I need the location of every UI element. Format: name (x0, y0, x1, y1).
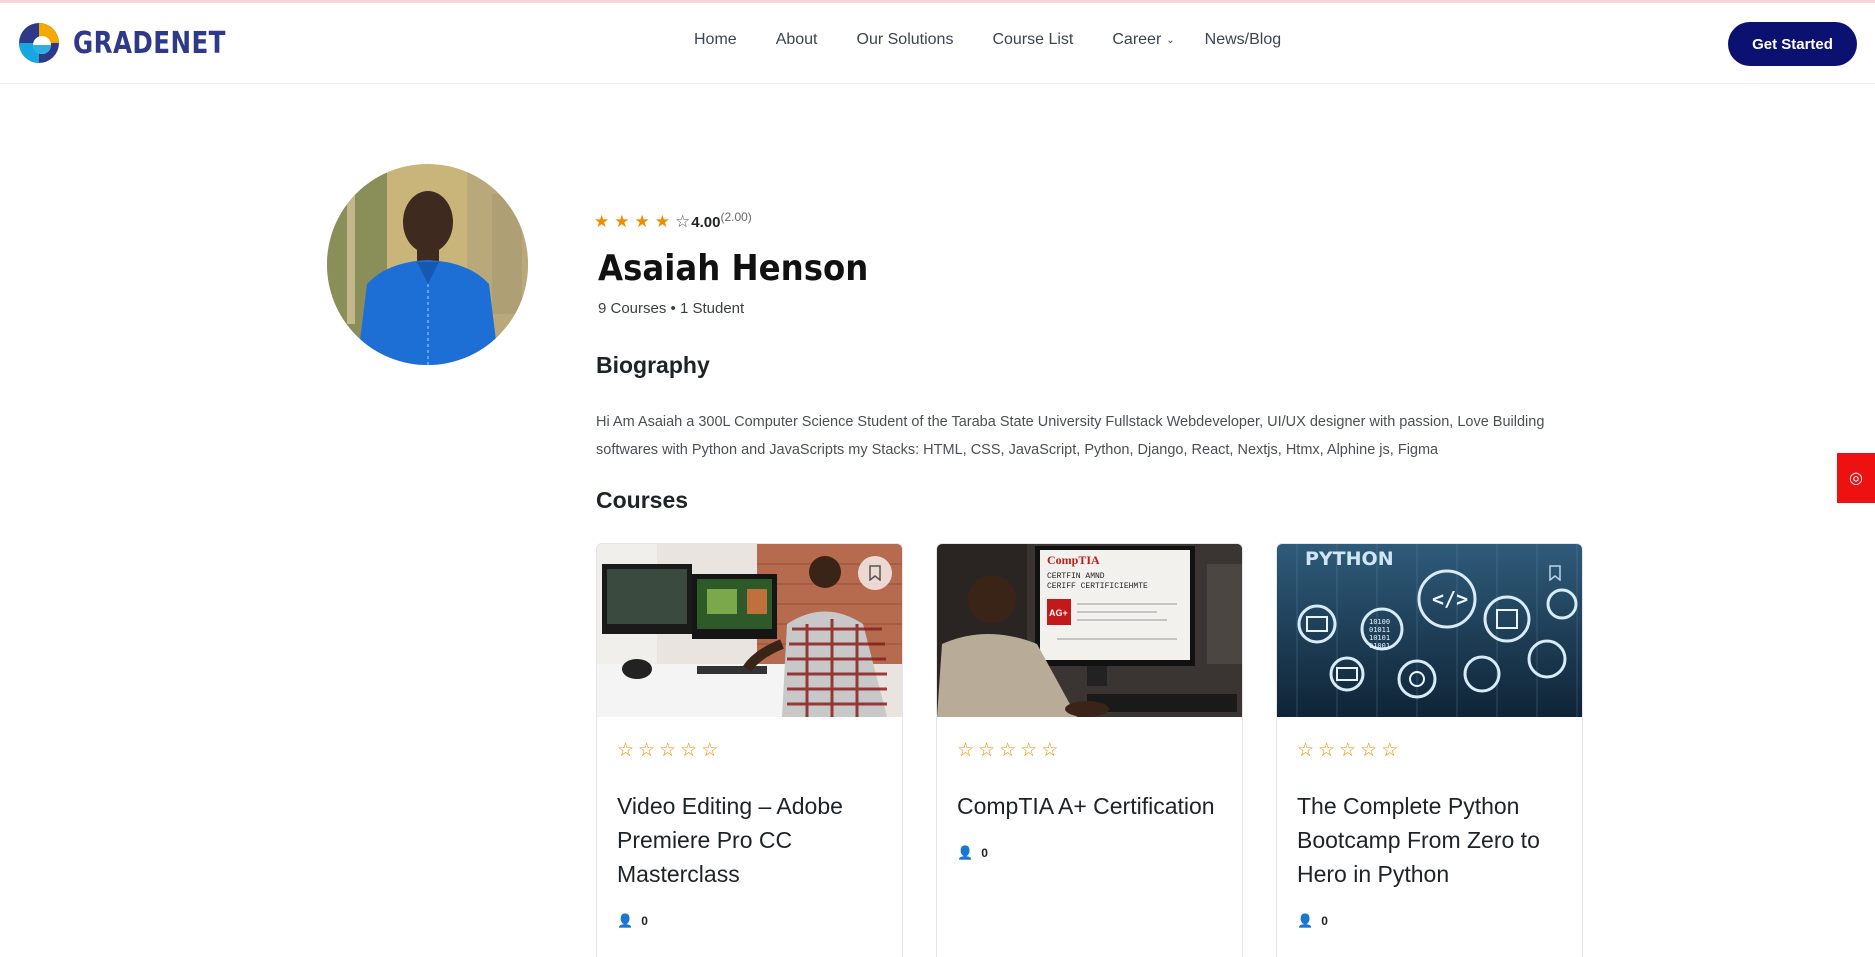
thumb-comptia-line1: CERTFIN AMND (1047, 572, 1105, 581)
course-rating: ☆ ☆ ☆ ☆ ☆ (957, 739, 1058, 762)
course-rating: ☆ ☆ ☆ ☆ ☆ (1297, 739, 1398, 762)
courses-heading: Courses (596, 487, 689, 513)
star-empty-icon: ☆ (999, 740, 1017, 761)
nav-our-solutions[interactable]: Our Solutions (857, 31, 954, 49)
star-empty-icon: ☆ (701, 740, 719, 761)
course-title[interactable]: The Complete Python Bootcamp From Zero t… (1297, 789, 1567, 891)
thumb-python-code: </> (1432, 587, 1468, 611)
thumb-python-bits-3: 01001 (1369, 642, 1390, 650)
instructor-avatar (327, 164, 528, 365)
bookmark-button[interactable] (1538, 556, 1572, 590)
star-empty-icon: ☆ (1041, 740, 1059, 761)
star-filled-icon: ★ (634, 212, 650, 231)
nav-about[interactable]: About (776, 31, 818, 49)
star-empty-icon: ☆ (675, 212, 691, 231)
nav-home[interactable]: Home (694, 31, 737, 49)
enrolled-count: 👤 0 (957, 845, 988, 861)
biography-text: Hi Am Asaiah a 300L Computer Science Stu… (596, 414, 1545, 458)
bookmark-button[interactable] (858, 556, 892, 590)
course-card[interactable]: ☆ ☆ ☆ ☆ ☆ Video Editing – Adobe Premiere… (596, 543, 903, 957)
thumb-python-bits-1: 01011 (1369, 626, 1390, 634)
nav-course-list[interactable]: Course List (992, 31, 1073, 49)
star-empty-icon: ☆ (617, 740, 635, 761)
instructor-rating: ★ ★ ★ ★ ☆ 4.00 (2.00) (594, 210, 752, 232)
course-card[interactable]: PYTHON </> 10100 01011 10101 01001 ☆ ☆ ☆… (1276, 543, 1583, 957)
star-empty-icon: ☆ (1360, 740, 1378, 761)
thumb-comptia-brand: CompTIA (1047, 553, 1100, 567)
course-thumbnail[interactable]: PYTHON </> 10100 01011 10101 01001 (1277, 544, 1582, 717)
thumb-python-bits-0: 10100 (1369, 618, 1390, 626)
instructor-meta: 9 Courses • 1 Student (598, 300, 745, 317)
user-icon: 👤 (1297, 913, 1314, 928)
brand-name: GRADENET (73, 25, 226, 61)
star-empty-icon: ☆ (1318, 740, 1336, 761)
nav-career[interactable]: Career ⌄ (1112, 31, 1174, 49)
course-rating: ☆ ☆ ☆ ☆ ☆ (617, 739, 718, 762)
rating-count: (2.00) (720, 210, 752, 224)
star-empty-icon: ☆ (1020, 740, 1038, 761)
star-empty-icon: ☆ (957, 740, 975, 761)
course-title[interactable]: Video Editing – Adobe Premiere Pro CC Ma… (617, 789, 887, 891)
star-empty-icon: ☆ (659, 740, 677, 761)
course-card[interactable]: CompTIA CERTFIN AMND CERIFF CERTIFICIEHM… (936, 543, 1243, 957)
star-empty-icon: ☆ (680, 740, 698, 761)
course-thumbnail[interactable] (597, 544, 902, 717)
logo-icon (17, 21, 61, 65)
thumb-comptia-line2: CERIFF CERTIFICIEHMTE (1047, 582, 1148, 591)
course-title[interactable]: CompTIA A+ Certification (957, 789, 1227, 823)
nav-career-label: Career (1112, 31, 1162, 48)
thumb-python-bits-2: 10101 (1369, 634, 1390, 642)
star-empty-icon: ☆ (638, 740, 656, 761)
target-icon: ◎ (1849, 470, 1863, 487)
biography-heading: Biography (596, 352, 710, 378)
rating-value: 4.00 (691, 213, 721, 231)
user-icon: 👤 (617, 913, 634, 928)
bookmark-icon (1549, 565, 1561, 581)
get-started-button[interactable]: Get Started (1728, 22, 1857, 66)
enrolled-value: 0 (641, 914, 648, 928)
course-thumbnail[interactable]: CompTIA CERTFIN AMND CERIFF CERTIFICIEHM… (937, 544, 1242, 717)
chevron-down-icon: ⌄ (1166, 34, 1175, 46)
star-filled-icon: ★ (654, 212, 670, 231)
thumb-python-banner: PYTHON (1305, 548, 1394, 570)
bookmark-icon (869, 565, 881, 581)
star-empty-icon: ☆ (1381, 740, 1399, 761)
instructor-name: Asaiah Henson (598, 248, 869, 289)
star-empty-icon: ☆ (978, 740, 996, 761)
enrolled-count: 👤 0 (1297, 913, 1328, 929)
floating-side-tab[interactable]: ◎ (1837, 453, 1875, 503)
star-empty-icon: ☆ (1339, 740, 1357, 761)
main-nav: Home About Our Solutions Course List Car… (694, 31, 1320, 49)
nav-news-blog[interactable]: News/Blog (1205, 31, 1281, 49)
site-header: GRADENET Home About Our Solutions Course… (0, 3, 1875, 84)
thumb-comptia-badge: AG+ (1049, 608, 1068, 618)
star-empty-icon: ☆ (1297, 740, 1315, 761)
star-filled-icon: ★ (614, 212, 630, 231)
star-filled-icon: ★ (594, 212, 610, 231)
enrolled-value: 0 (1321, 914, 1328, 928)
enrolled-count: 👤 0 (617, 913, 648, 929)
brand-logo[interactable]: GRADENET (17, 21, 259, 65)
enrolled-value: 0 (981, 846, 988, 860)
user-icon: 👤 (957, 845, 974, 860)
